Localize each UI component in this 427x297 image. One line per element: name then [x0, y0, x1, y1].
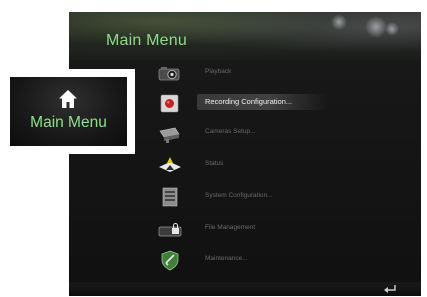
file-management-icon: [158, 223, 182, 237]
menu-item-maintenance[interactable]: Maintenance...: [69, 247, 421, 275]
menu-item-label: Status: [205, 160, 224, 167]
bottom-bar: [69, 282, 421, 296]
decorative-bokeh: [331, 14, 347, 30]
back-arrow-icon[interactable]: [382, 283, 398, 295]
zoom-callout: Main Menu: [2, 69, 135, 154]
decorative-bokeh: [365, 16, 387, 38]
home-icon: [59, 90, 77, 108]
maintenance-icon: [161, 250, 179, 271]
recording-icon: [160, 94, 179, 113]
camera-setup-icon: [159, 127, 180, 143]
menu-item-label: File Management: [205, 224, 256, 231]
main-menu-button-zoomed[interactable]: Main Menu: [10, 77, 127, 146]
status-icon: [159, 157, 181, 172]
menu-item-label: System Configuration...: [205, 192, 273, 199]
playback-camera-icon: [158, 67, 180, 81]
page-title: Main Menu: [106, 32, 187, 49]
main-menu-window: Main Menu Playback Recording Configurati…: [69, 12, 421, 296]
decorative-bokeh: [385, 22, 399, 36]
header-banner: Main Menu: [69, 12, 421, 60]
menu-item-label: Recording Configuration...: [205, 97, 293, 106]
menu-item-system-configuration[interactable]: System Configuration...: [69, 184, 421, 212]
main-menu-label: Main Menu: [30, 114, 107, 131]
menu-item-status[interactable]: Status: [69, 152, 421, 180]
menu-item-label: Playback: [205, 68, 232, 75]
system-config-icon: [162, 187, 178, 207]
menu-item-label: Maintenance...: [205, 255, 248, 262]
menu-item-label: Cameras Setup...: [205, 128, 256, 135]
menu-item-file-management[interactable]: File Management: [69, 216, 421, 244]
